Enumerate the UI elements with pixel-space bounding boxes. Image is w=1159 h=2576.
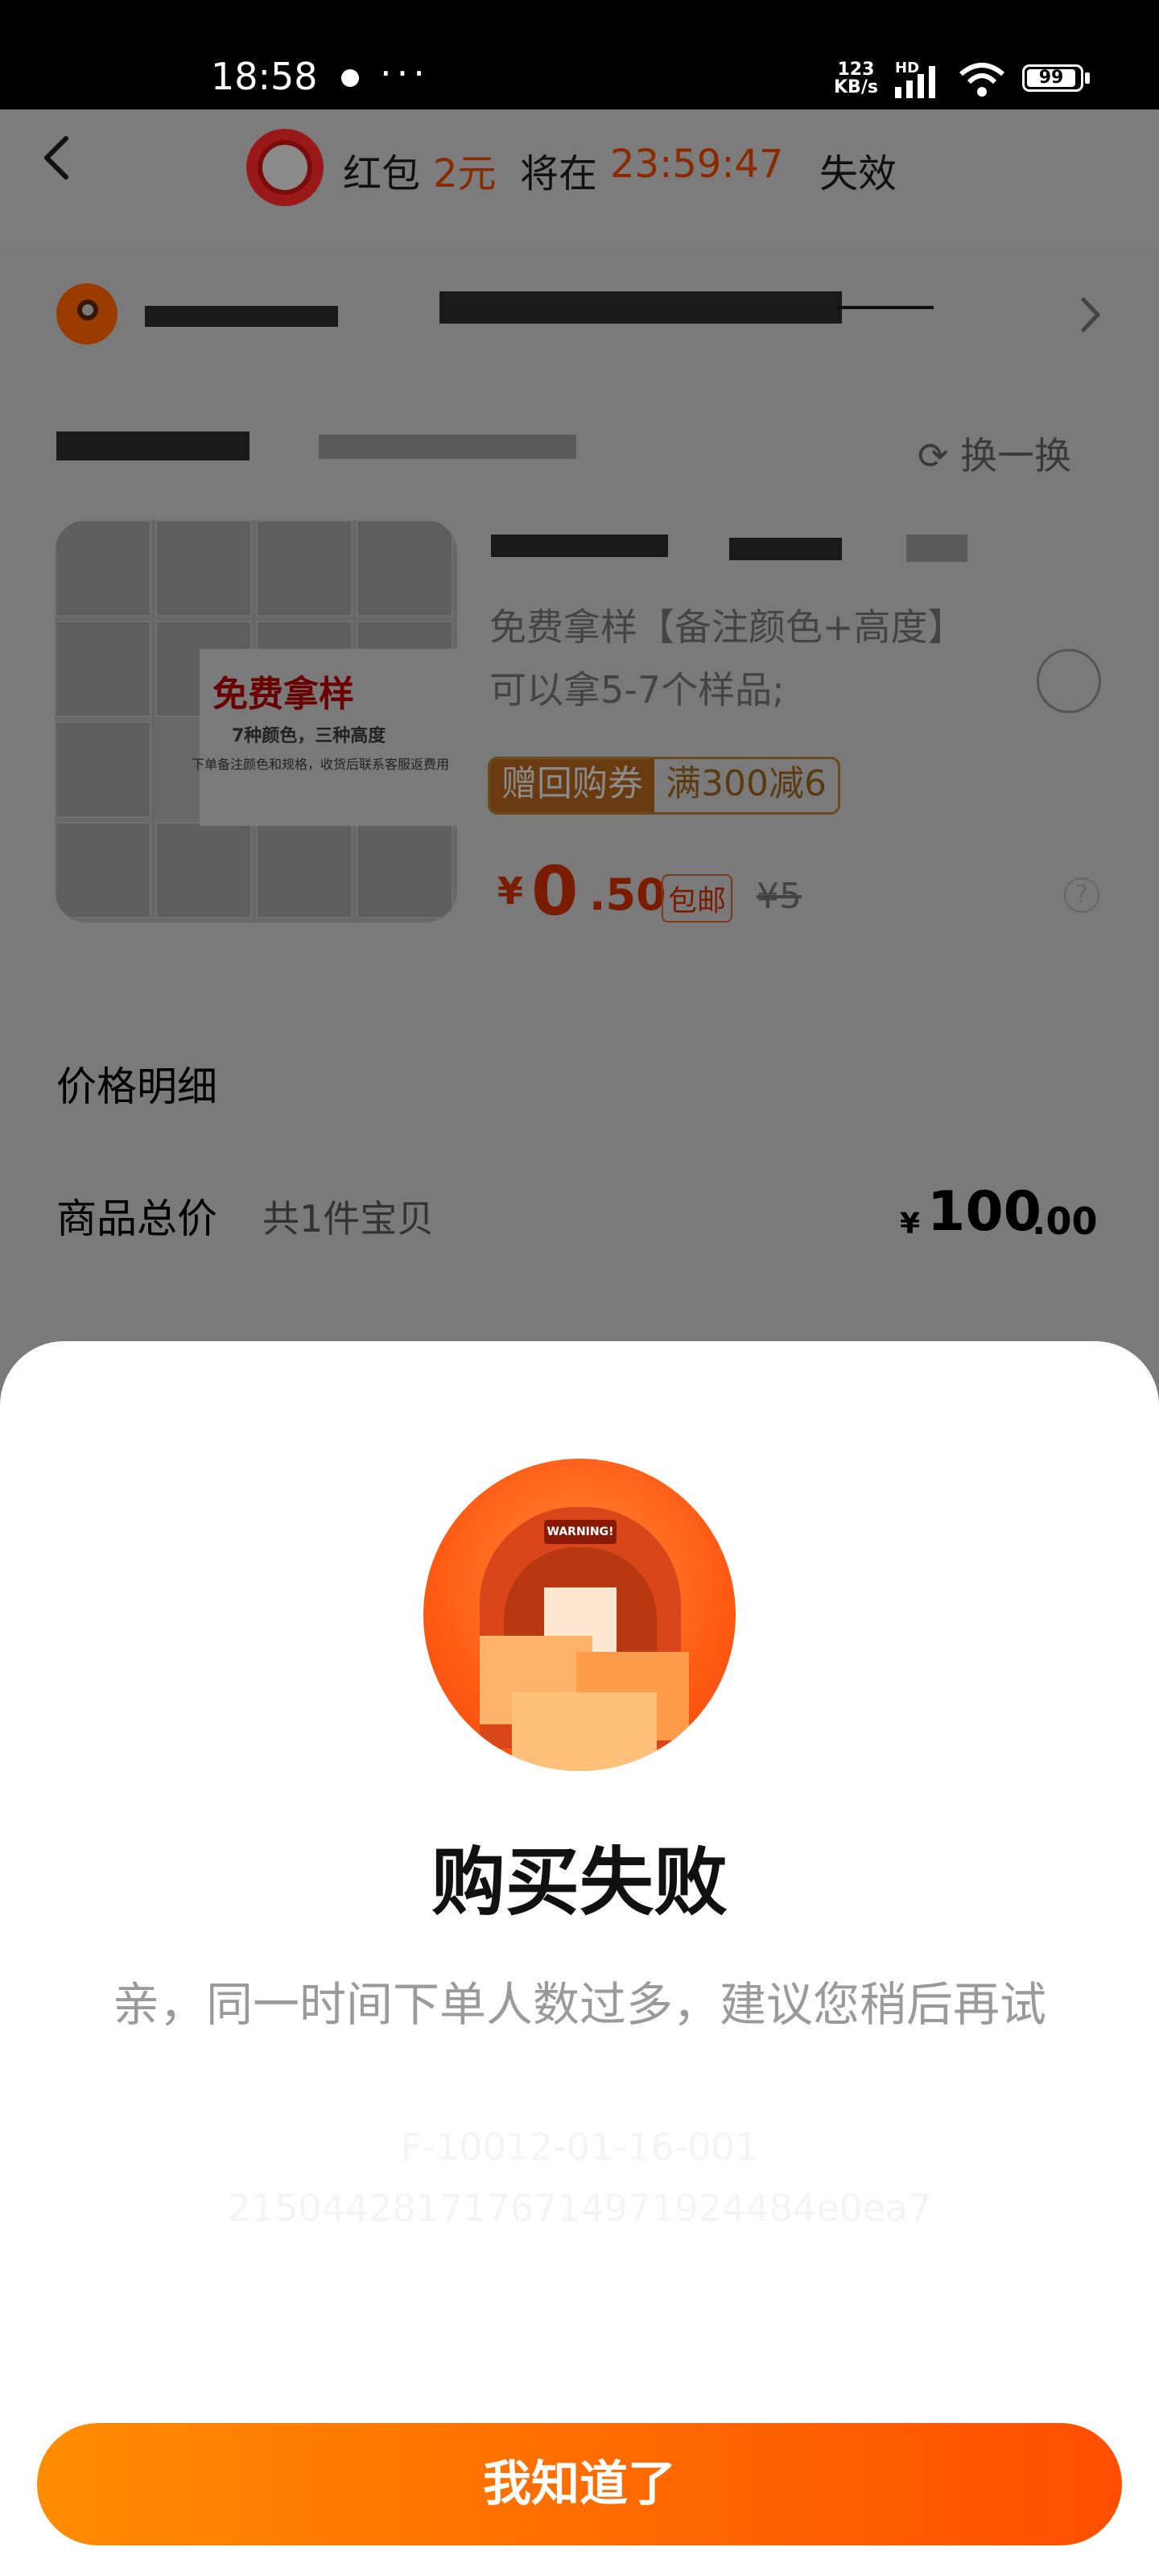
chevron-right-icon[interactable]	[1079, 295, 1103, 335]
product-image[interactable]: 免费拿样 7种颜色，三种高度 下单备注颜色和规格，收货后联系客服返费用	[55, 520, 457, 923]
notification-icon	[341, 69, 359, 87]
select-radio[interactable]	[1037, 649, 1101, 713]
subtotal-integer: 100	[927, 1180, 1041, 1244]
image-tile	[55, 721, 151, 818]
error-code: F-10012-01-16-001	[400, 2125, 759, 2169]
shop-tag-redacted	[319, 435, 576, 459]
signal-icon	[895, 66, 935, 98]
warning-truck-illustration: WARNING!	[423, 1459, 736, 1771]
back-arrow-icon[interactable]	[40, 134, 72, 182]
address-redacted-detail	[439, 291, 842, 324]
subtotal-currency: ¥	[900, 1208, 921, 1241]
image-tile	[155, 520, 252, 617]
trace-id: 2150442817176714971924484e0ea7	[227, 2186, 932, 2230]
image-tile	[256, 520, 353, 617]
status-time: 18:58	[211, 55, 318, 98]
coupon-value: 满300减6	[666, 763, 827, 804]
more-notifications-icon: ···	[380, 52, 430, 95]
image-tile	[55, 822, 151, 919]
timer-dial	[258, 140, 312, 195]
red-packet-amount: 2元	[433, 151, 497, 196]
battery-tip	[1085, 72, 1090, 84]
image-tile	[55, 520, 151, 617]
free-shipping-badge: 包邮	[662, 874, 733, 923]
coupon-type: 赠回购券	[490, 759, 654, 812]
coupon-tag: 赠回购券 满300减6	[488, 757, 840, 815]
swap-button[interactable]: ⟳ 换一换	[918, 427, 1071, 480]
price-currency: ¥	[497, 869, 524, 913]
product-spec-redacted	[906, 535, 967, 562]
network-speed-value: 123	[837, 60, 875, 80]
image-subtitle: 7种颜色，三种高度	[232, 726, 386, 746]
image-tile	[155, 822, 252, 919]
warning-sign: WARNING!	[544, 1520, 617, 1544]
red-packet-label: 红包	[343, 151, 421, 196]
acknowledge-button[interactable]: 我知道了	[37, 2423, 1122, 2545]
image-tile	[55, 621, 151, 717]
product-name-redacted	[491, 535, 668, 557]
red-packet-expire-suffix: 失效	[819, 151, 897, 196]
product-description: 免费拿样【备注颜色+高度】可以拿5-7个样品;	[489, 605, 965, 712]
address-redacted	[145, 306, 338, 327]
subtotal-decimal: .00	[1032, 1199, 1098, 1243]
image-tile	[357, 520, 453, 617]
wifi-icon	[959, 63, 1004, 97]
image-tile	[357, 822, 453, 919]
red-packet-countdown: 23:59:47	[610, 142, 784, 187]
dialog-title: 购买失败	[431, 1839, 728, 1926]
address-redacted-line	[837, 306, 934, 309]
original-price: ¥5	[757, 876, 802, 917]
price-integer: 0	[531, 852, 579, 931]
subtotal-label: 商品总价	[56, 1195, 217, 1242]
location-pin-dot	[77, 299, 98, 320]
image-tile	[256, 822, 353, 919]
price-details-title: 价格明细	[56, 1063, 217, 1110]
dialog-message: 亲，同一时间下单人数过多，建议您稍后再试	[112, 1977, 1046, 2032]
red-packet-expire-label: 将在	[520, 151, 598, 196]
help-icon[interactable]: ?	[1064, 877, 1099, 913]
product-name-redacted-2	[729, 538, 842, 560]
image-title: 免费拿样	[212, 674, 354, 715]
price-decimal: .50	[589, 869, 666, 920]
parcel-box	[512, 1692, 657, 1771]
network-speed-unit: KB/s	[834, 77, 878, 97]
shop-name-redacted	[56, 431, 250, 460]
battery-level: 99	[1027, 69, 1075, 87]
image-note: 下单备注颜色和规格，收货后联系客服返费用	[192, 757, 450, 772]
item-count: 共1件宝贝	[262, 1197, 435, 1241]
network-speed: 123 KB/s	[834, 61, 878, 97]
